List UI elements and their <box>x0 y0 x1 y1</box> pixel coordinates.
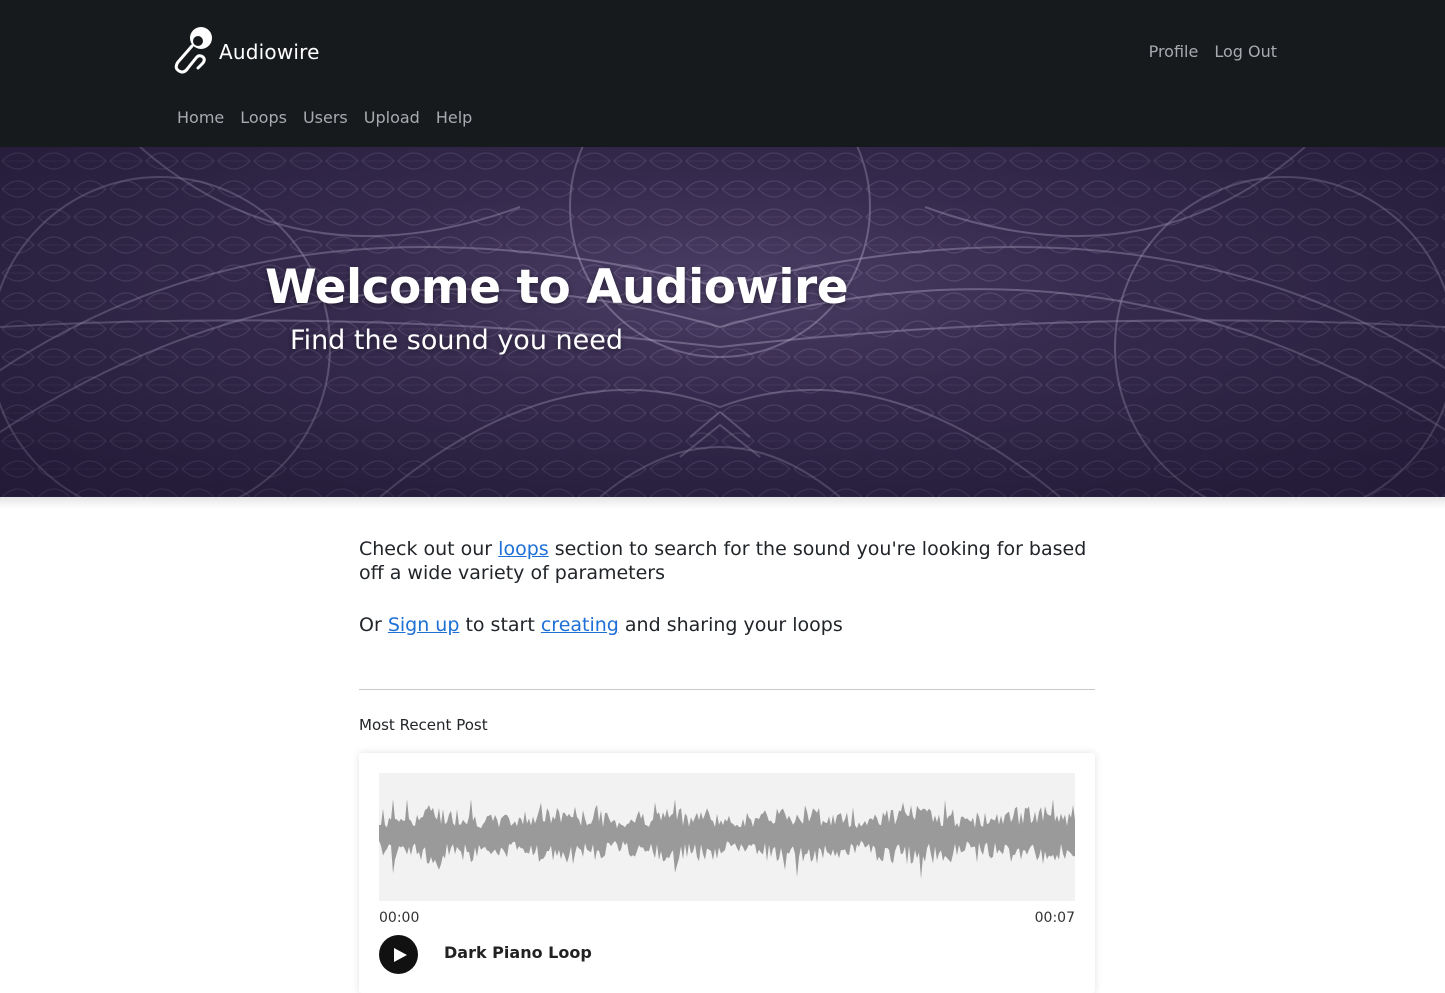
recent-post-card: 00:00 00:07 Dark Piano Loop <box>359 753 1095 993</box>
intro-paragraph-loops: Check out our loops section to search fo… <box>359 537 1095 585</box>
hero-title: Welcome to Audiowire <box>265 260 849 315</box>
time-current: 00:00 <box>379 910 420 926</box>
fractal-background-image <box>0 147 1445 497</box>
nav-users[interactable]: Users <box>303 108 348 127</box>
microphone-logo-icon <box>172 24 216 80</box>
creating-link[interactable]: creating <box>541 614 619 636</box>
intro-text: Check out our loops section to search fo… <box>359 537 1095 665</box>
most-recent-post-heading: Most Recent Post <box>359 716 488 734</box>
time-duration: 00:07 <box>1034 910 1075 926</box>
hero-subtitle: Find the sound you need <box>290 325 623 356</box>
nav-right: Profile Log Out <box>1149 42 1277 61</box>
intro-text-segment: Or <box>359 614 388 636</box>
brand-link[interactable]: Audiowire <box>172 26 320 78</box>
track-title: Dark Piano Loop <box>444 943 592 962</box>
intro-paragraph-signup: Or Sign up to start creating and sharing… <box>359 613 1095 637</box>
nav-upload[interactable]: Upload <box>364 108 420 127</box>
nav-loops[interactable]: Loops <box>240 108 287 127</box>
brand-name: Audiowire <box>219 40 320 64</box>
loops-link[interactable]: loops <box>498 538 549 560</box>
intro-text-segment: and sharing your loops <box>618 614 843 636</box>
sign-up-link[interactable]: Sign up <box>388 614 460 636</box>
nav-help[interactable]: Help <box>436 108 472 127</box>
waveform-graphic <box>379 799 1075 879</box>
nav-home[interactable]: Home <box>177 108 224 127</box>
play-icon <box>394 947 407 962</box>
section-divider <box>359 689 1095 690</box>
nav-log-out[interactable]: Log Out <box>1214 42 1277 61</box>
nav-main: Home Loops Users Upload Help <box>177 108 472 127</box>
intro-text-segment: Check out our <box>359 538 499 560</box>
intro-text-segment: to start <box>459 614 541 636</box>
hero-divider-shadow <box>0 497 1445 509</box>
waveform[interactable] <box>379 773 1075 901</box>
navbar: Audiowire Profile Log Out Home Loops Use… <box>0 0 1445 147</box>
hero-banner: Welcome to Audiowire Find the sound you … <box>0 147 1445 497</box>
play-button[interactable] <box>379 935 418 974</box>
nav-profile[interactable]: Profile <box>1149 42 1199 61</box>
